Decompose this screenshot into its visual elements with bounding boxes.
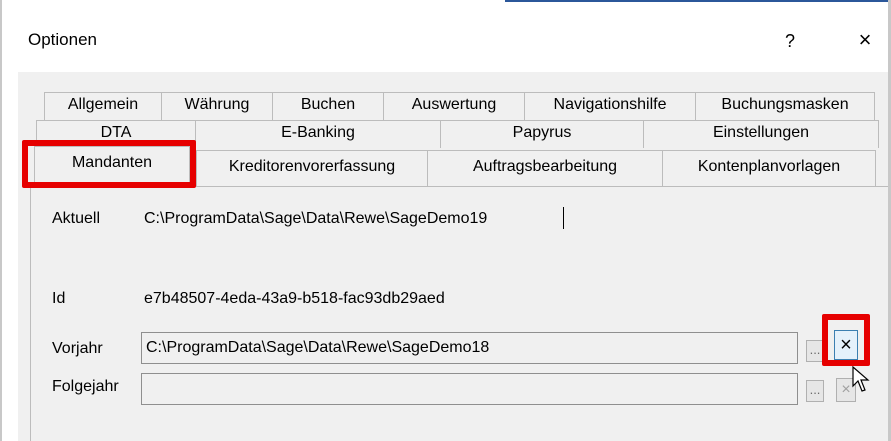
- highlight-mandanten-tab: [22, 140, 196, 188]
- help-button[interactable]: ?: [778, 26, 802, 56]
- tab-kreditorenvorerfassung[interactable]: Kreditorenvorerfassung: [196, 150, 428, 186]
- vorjahr-field[interactable]: C:\ProgramData\Sage\Data\Rewe\SageDemo18: [141, 332, 798, 364]
- tab-buchen[interactable]: Buchen: [272, 92, 384, 120]
- dialog-title: Optionen: [28, 30, 97, 49]
- tab-waehrung[interactable]: Währung: [161, 92, 273, 120]
- tab-kontenplanvorlagen[interactable]: Kontenplanvorlagen: [662, 150, 876, 186]
- id-label: Id: [52, 290, 66, 307]
- aktuell-label: Aktuell: [52, 210, 101, 227]
- folgejahr-browse-button[interactable]: ...: [806, 380, 824, 402]
- id-value: e7b48507-4eda-43a9-b518-fac93db29aed: [144, 290, 445, 307]
- tab-allgemein[interactable]: Allgemein: [44, 92, 162, 120]
- tab-einstellungen[interactable]: Einstellungen: [643, 120, 879, 148]
- text-cursor: [563, 207, 564, 229]
- tab-papyrus[interactable]: Papyrus: [440, 120, 644, 148]
- tab-e-banking[interactable]: E-Banking: [195, 120, 441, 148]
- window-left-border: [0, 0, 2, 441]
- mouse-pointer-icon: [852, 366, 870, 392]
- folgejahr-label: Folgejahr: [52, 378, 119, 395]
- window-top-accent: [505, 0, 891, 2]
- tab-buchungsmasken[interactable]: Buchungsmasken: [695, 92, 875, 120]
- highlight-clear-button: [822, 314, 870, 366]
- tab-auftragsbearbeitung[interactable]: Auftragsbearbeitung: [427, 150, 663, 186]
- aktuell-value: C:\ProgramData\Sage\Data\Rewe\SageDemo19: [144, 210, 488, 227]
- folgejahr-field[interactable]: [141, 373, 798, 405]
- close-button[interactable]: ×: [852, 24, 878, 56]
- tab-navigationshilfe[interactable]: Navigationshilfe: [524, 92, 696, 120]
- tab-auswertung[interactable]: Auswertung: [383, 92, 525, 120]
- vorjahr-label: Vorjahr: [52, 340, 103, 357]
